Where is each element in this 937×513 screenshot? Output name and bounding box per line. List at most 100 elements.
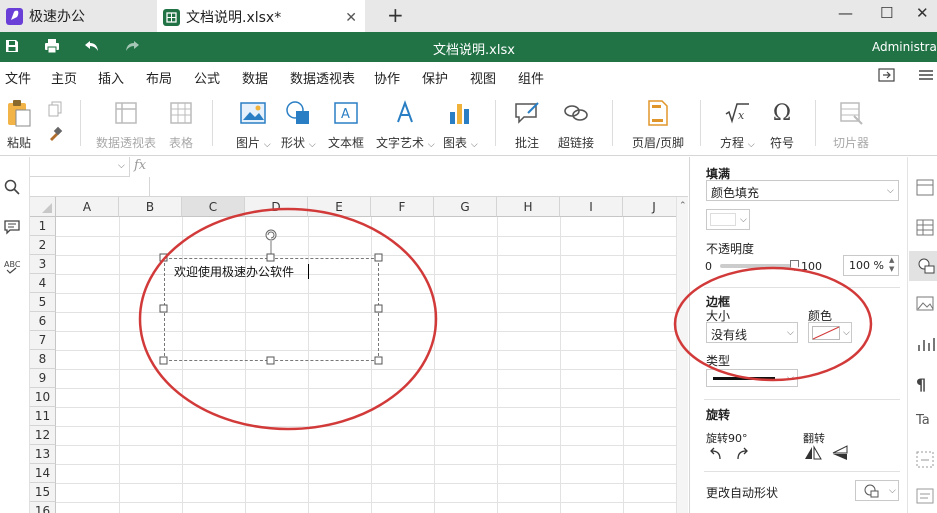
menu-collab[interactable]: 协作 bbox=[374, 68, 400, 87]
formula-bar: ⌵ fx bbox=[30, 157, 688, 197]
menu-data[interactable]: 数据 bbox=[242, 68, 268, 87]
svg-text:x: x bbox=[738, 109, 745, 122]
cell-settings-icon[interactable] bbox=[916, 179, 937, 199]
flip-label: 翻转 bbox=[803, 432, 825, 445]
rotate-right-icon[interactable] bbox=[734, 447, 750, 464]
opacity-slider-thumb[interactable] bbox=[790, 260, 799, 271]
fill-type-select[interactable]: 颜色填充 ⌵ bbox=[706, 180, 899, 201]
opacity-spinbox[interactable]: 100 % ▲ ▼ bbox=[843, 255, 899, 276]
chevron-down-icon: ⌵ bbox=[787, 328, 794, 338]
formula-input[interactable] bbox=[152, 157, 688, 197]
chart-button[interactable]: 图表 ⌵ bbox=[443, 100, 478, 151]
textbox-button[interactable]: A 文本框 bbox=[328, 100, 364, 151]
signature-settings-icon[interactable] bbox=[916, 487, 937, 507]
spin-arrows-icon[interactable]: ▲ ▼ bbox=[889, 256, 894, 274]
user-name[interactable]: Administrator bbox=[872, 40, 937, 54]
pivot-table-button[interactable]: 数据透视表 bbox=[96, 100, 156, 151]
flip-vertical-icon[interactable] bbox=[831, 445, 849, 464]
border-color-picker[interactable]: ⌵ bbox=[808, 322, 852, 343]
search-icon[interactable] bbox=[4, 179, 20, 198]
chevron-down-icon: ⌵ bbox=[118, 161, 125, 171]
header-footer-button[interactable]: 页眉/页脚 bbox=[632, 100, 684, 151]
fx-icon[interactable]: fx bbox=[134, 158, 146, 173]
print-icon[interactable] bbox=[44, 38, 60, 58]
tab-label: 极速办公 bbox=[29, 9, 85, 25]
copy-icon[interactable] bbox=[47, 101, 63, 120]
shape-settings-tab[interactable] bbox=[909, 251, 937, 281]
header-footer-icon bbox=[645, 100, 671, 126]
menu-pivot[interactable]: 数据透视表 bbox=[290, 68, 355, 87]
picture-button[interactable]: 图片 ⌵ bbox=[236, 100, 271, 151]
comment-button[interactable]: 批注 bbox=[514, 100, 540, 151]
ribbon-toolbar: 粘贴 数据透视表 表格 图片 ⌵ 形状 ⌵ A 文本框 文字艺术 ⌵ 图表 ⌵ … bbox=[0, 90, 937, 156]
shape-settings-panel: 填满 颜色填充 ⌵ ⌵ 不透明度 0 100 100 % ▲ ▼ 边框 大小 颜色… bbox=[673, 157, 907, 513]
minimize-button[interactable]: — bbox=[838, 4, 853, 22]
menu-protect[interactable]: 保护 bbox=[422, 68, 448, 87]
table-settings-icon[interactable] bbox=[916, 219, 937, 239]
close-window-button[interactable]: ✕ bbox=[916, 4, 929, 22]
title-bar: 极速办公 文档说明.xlsx* ✕ + — ☐ ✕ bbox=[0, 0, 937, 32]
new-tab-button[interactable]: + bbox=[387, 3, 404, 27]
image-settings-icon[interactable] bbox=[916, 295, 937, 315]
border-type-select[interactable]: ⌵ bbox=[706, 369, 798, 387]
menu-components[interactable]: 组件 bbox=[518, 68, 544, 87]
spreadsheet-grid[interactable]: A B C D E F G H I J 1 2 3 4 5 6 7 8 9 10… bbox=[30, 197, 688, 513]
table-icon bbox=[168, 100, 194, 126]
slicer-button[interactable]: 切片器 bbox=[833, 100, 869, 151]
format-painter-icon[interactable] bbox=[47, 126, 63, 145]
menu-home[interactable]: 主页 bbox=[51, 68, 77, 87]
vertical-scrollbar[interactable]: ⌃ bbox=[676, 197, 688, 513]
hyperlink-button[interactable]: 超链接 bbox=[558, 100, 594, 151]
shape-button[interactable]: 形状 ⌵ bbox=[281, 100, 316, 151]
pivot-table-icon bbox=[113, 100, 139, 126]
symbol-button[interactable]: Ω 符号 bbox=[769, 100, 795, 151]
textbox-icon: A bbox=[333, 100, 359, 126]
link-icon bbox=[563, 100, 589, 126]
redo-icon[interactable] bbox=[124, 38, 140, 58]
more-menu-icon[interactable] bbox=[918, 67, 934, 86]
tab-label: 文档说明.xlsx* bbox=[186, 10, 282, 26]
undo-icon[interactable] bbox=[84, 38, 100, 58]
fill-color-picker[interactable]: ⌵ bbox=[706, 209, 750, 230]
menu-layout[interactable]: 布局 bbox=[146, 68, 172, 87]
change-shape-select[interactable]: ⌵ bbox=[855, 480, 899, 501]
table-button[interactable]: 表格 bbox=[168, 100, 194, 151]
equation-icon: x bbox=[724, 100, 750, 126]
text-art-settings-icon[interactable]: Ta bbox=[916, 413, 937, 433]
left-tool-strip: ABC bbox=[0, 157, 30, 513]
equation-button[interactable]: x 方程 ⌵ bbox=[720, 100, 755, 151]
spreadsheet-icon bbox=[163, 8, 180, 26]
chart-settings-icon[interactable] bbox=[916, 335, 937, 355]
flip-horizontal-icon[interactable] bbox=[804, 445, 822, 464]
border-size-select[interactable]: 没有线 ⌵ bbox=[706, 322, 798, 343]
tab-document[interactable]: 文档说明.xlsx* ✕ bbox=[157, 0, 365, 32]
chevron-down-icon: ⌵ bbox=[843, 328, 850, 338]
slicer-icon bbox=[838, 100, 864, 126]
rotate-left-icon[interactable] bbox=[708, 447, 724, 464]
comment-icon bbox=[514, 100, 540, 126]
paragraph-settings-icon[interactable]: ¶ bbox=[916, 375, 937, 395]
menu-view[interactable]: 视图 bbox=[470, 68, 496, 87]
open-location-icon[interactable] bbox=[878, 67, 896, 86]
menu-file[interactable]: 文件 bbox=[5, 68, 31, 87]
border-type-label: 类型 bbox=[706, 354, 731, 368]
svg-text:ABC: ABC bbox=[4, 260, 21, 269]
change-shape-label: 更改自动形状 bbox=[706, 486, 779, 500]
comment-panel-icon[interactable] bbox=[4, 219, 20, 238]
paste-button[interactable]: 粘贴 bbox=[6, 100, 32, 151]
quick-access-bar: 文档说明.xlsx Administrator bbox=[0, 32, 937, 62]
pivot-settings-icon[interactable] bbox=[916, 451, 937, 471]
spellcheck-icon[interactable]: ABC bbox=[4, 259, 22, 277]
tab-home-app[interactable]: 极速办公 bbox=[0, 0, 154, 32]
opacity-slider[interactable] bbox=[720, 260, 799, 271]
textbox-handles[interactable] bbox=[30, 197, 688, 513]
wordart-button[interactable]: 文字艺术 ⌵ bbox=[376, 100, 435, 151]
maximize-button[interactable]: ☐ bbox=[880, 4, 893, 22]
menu-formula[interactable]: 公式 bbox=[194, 68, 220, 87]
scroll-up-icon[interactable]: ⌃ bbox=[679, 201, 687, 211]
name-box[interactable]: ⌵ bbox=[30, 157, 130, 177]
picture-icon bbox=[240, 100, 267, 126]
close-tab-icon[interactable]: ✕ bbox=[345, 10, 357, 26]
menu-insert[interactable]: 插入 bbox=[95, 68, 127, 93]
save-icon[interactable] bbox=[4, 38, 20, 58]
